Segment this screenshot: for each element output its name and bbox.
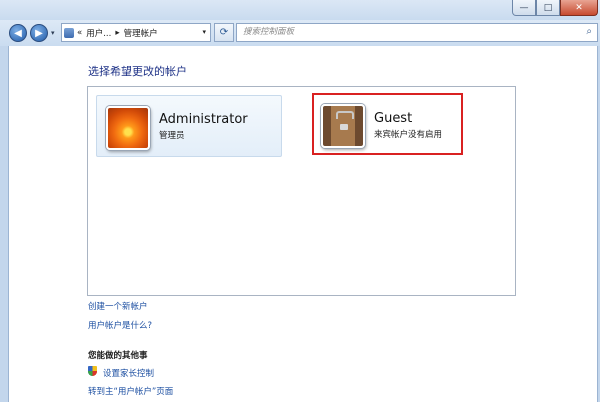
content-area: 选择希望更改的帐户 Administrator 管理员 Guest 来宾帐户没有… [8,46,598,402]
breadcrumb-users[interactable]: 用户... [86,27,111,39]
account-status: 来宾帐户没有启用 [374,130,443,140]
account-name: Guest [374,111,413,126]
account-list-panel: Administrator 管理员 Guest 来宾帐户没有启用 [87,86,516,296]
window-controls: — □ ✕ [512,0,598,18]
back-button[interactable]: ◀ [9,24,27,42]
refresh-button[interactable]: ⟳ [214,23,234,42]
account-tile-administrator[interactable]: Administrator 管理员 [96,95,282,157]
account-type: 管理员 [159,131,185,141]
address-dropdown-icon[interactable]: ▾ [202,28,206,36]
account-tile-guest[interactable]: Guest 来宾帐户没有启用 [312,93,463,155]
shield-icon [88,366,97,376]
other-tasks-heading: 您能做的其他事 [88,351,148,361]
breadcrumb-overflow[interactable]: « [77,28,82,38]
account-name: Administrator [159,112,248,127]
close-button[interactable]: ✕ [560,0,598,16]
flower-avatar-icon [106,106,150,150]
parental-control-link[interactable]: 设置家长控制 [103,367,154,379]
control-panel-icon [64,27,74,38]
search-placeholder: 搜索控制面板 [243,27,295,37]
history-dropdown-icon[interactable]: ▾ [51,29,55,37]
search-icon[interactable]: ⌕ [586,26,592,37]
breadcrumb-separator-icon[interactable]: ▸ [115,28,119,38]
forward-button[interactable]: ▶ [30,24,48,42]
navigation-bar: ◀ ▶ ▾ « 用户... ▸ 管理帐户 ▾ ⟳ 搜索控制面板 ⌕ [0,20,600,46]
breadcrumb-manage-accounts[interactable]: 管理帐户 [124,27,158,39]
briefcase-avatar-icon [321,104,365,148]
window-titlebar: — □ ✕ [0,0,600,20]
what-is-account-link[interactable]: 用户帐户是什么? [88,319,152,331]
page-title: 选择希望更改的帐户 [88,65,187,78]
create-account-link[interactable]: 创建一个新帐户 [88,300,148,312]
minimize-button[interactable]: — [512,0,536,16]
search-input[interactable]: 搜索控制面板 ⌕ [236,23,598,42]
address-bar[interactable]: « 用户... ▸ 管理帐户 ▾ [61,23,211,42]
maximize-button[interactable]: □ [536,0,560,16]
goto-main-accounts-link[interactable]: 转到主“用户帐户”页面 [88,385,173,397]
